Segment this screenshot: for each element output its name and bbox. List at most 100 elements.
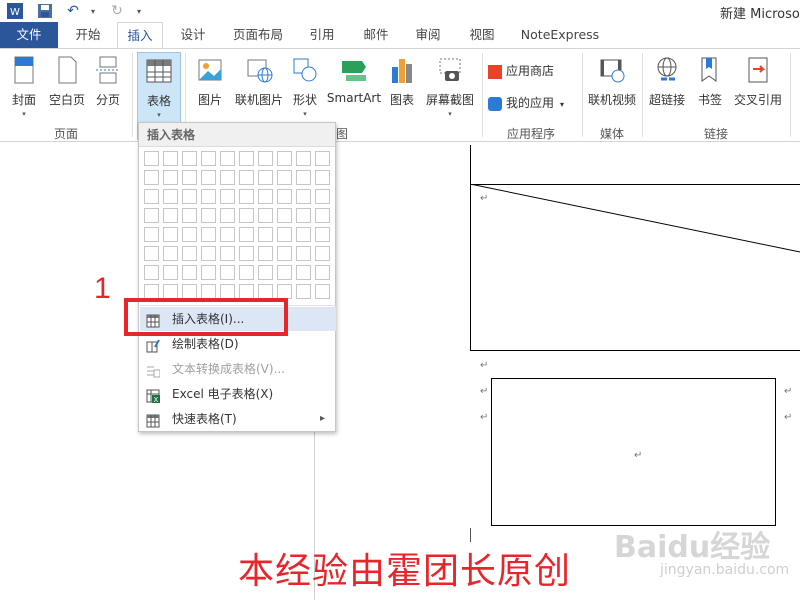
grid-cell[interactable] [239, 189, 254, 204]
tab-view[interactable]: 视图 [460, 22, 504, 48]
table-size-grid[interactable] [144, 151, 334, 301]
grid-cell[interactable] [163, 189, 178, 204]
my-apps-button[interactable]: 我的应用 ▾ [488, 93, 578, 113]
grid-cell[interactable] [296, 170, 311, 185]
grid-cell[interactable] [239, 170, 254, 185]
grid-cell[interactable] [277, 265, 292, 280]
cross-reference-button[interactable]: 交叉引用 [730, 55, 786, 125]
grid-cell[interactable] [220, 227, 235, 242]
grid-cell[interactable] [315, 227, 330, 242]
tab-home[interactable]: 开始 [66, 22, 110, 48]
tab-insert[interactable]: 插入 [117, 22, 163, 48]
grid-cell[interactable] [220, 151, 235, 166]
tab-noteexpress[interactable]: NoteExpress [514, 22, 606, 48]
tab-design[interactable]: 设计 [170, 22, 216, 48]
tab-review[interactable]: 审阅 [406, 22, 450, 48]
grid-cell[interactable] [182, 189, 197, 204]
menu-item-text-to-table[interactable]: 文本转换成表格(V)... [140, 357, 336, 381]
chart-button[interactable]: 图表 [384, 55, 420, 125]
shapes-button[interactable]: 形状 ▾ [288, 55, 322, 125]
grid-cell[interactable] [182, 227, 197, 242]
grid-cell[interactable] [258, 265, 273, 280]
grid-cell[interactable] [201, 265, 216, 280]
grid-cell[interactable] [163, 151, 178, 166]
grid-cell[interactable] [163, 227, 178, 242]
grid-cell[interactable] [277, 170, 292, 185]
undo-dropdown-icon[interactable]: ▾ [84, 2, 102, 20]
grid-cell[interactable] [182, 170, 197, 185]
grid-cell[interactable] [296, 208, 311, 223]
blank-page-button[interactable]: 空白页 [46, 55, 88, 125]
grid-cell[interactable] [163, 265, 178, 280]
grid-cell[interactable] [315, 246, 330, 261]
grid-cell[interactable] [163, 170, 178, 185]
grid-cell[interactable] [201, 170, 216, 185]
grid-cell[interactable] [315, 208, 330, 223]
grid-cell[interactable] [258, 246, 273, 261]
grid-cell[interactable] [201, 227, 216, 242]
grid-cell[interactable] [258, 151, 273, 166]
grid-cell[interactable] [296, 284, 311, 299]
grid-cell[interactable] [296, 265, 311, 280]
grid-cell[interactable] [315, 284, 330, 299]
grid-cell[interactable] [277, 151, 292, 166]
bookmark-button[interactable]: 书签 [692, 55, 728, 125]
tab-page-layout[interactable]: 页面布局 [226, 22, 290, 48]
grid-cell[interactable] [163, 208, 178, 223]
page-break-button[interactable]: 分页 [90, 55, 126, 125]
grid-cell[interactable] [277, 208, 292, 223]
grid-cell[interactable] [239, 227, 254, 242]
grid-cell[interactable] [258, 189, 273, 204]
undo-icon[interactable]: ↶ [64, 2, 82, 20]
screenshot-button[interactable]: 屏幕截图 ▾ [422, 55, 478, 125]
grid-cell[interactable] [315, 265, 330, 280]
grid-cell[interactable] [163, 284, 178, 299]
grid-cell[interactable] [296, 227, 311, 242]
grid-cell[interactable] [277, 246, 292, 261]
menu-item-quick-tables[interactable]: 快速表格(T) ▸ [140, 407, 336, 431]
grid-cell[interactable] [182, 151, 197, 166]
grid-cell[interactable] [277, 284, 292, 299]
grid-cell[interactable] [201, 189, 216, 204]
grid-cell[interactable] [144, 284, 159, 299]
grid-cell[interactable] [296, 189, 311, 204]
menu-item-excel-spreadsheet[interactable]: X Excel 电子表格(X) [140, 382, 336, 406]
grid-cell[interactable] [163, 246, 178, 261]
grid-cell[interactable] [182, 208, 197, 223]
grid-cell[interactable] [144, 227, 159, 242]
grid-cell[interactable] [315, 170, 330, 185]
grid-cell[interactable] [201, 208, 216, 223]
grid-cell[interactable] [239, 265, 254, 280]
smartart-button[interactable]: SmartArt [326, 55, 382, 125]
tab-file[interactable]: 文件 [0, 22, 58, 48]
grid-cell[interactable] [201, 284, 216, 299]
grid-cell[interactable] [315, 189, 330, 204]
office-store-button[interactable]: 应用商店 [488, 61, 572, 81]
grid-cell[interactable] [220, 265, 235, 280]
customize-qat-icon[interactable]: ▾ [130, 2, 148, 20]
grid-cell[interactable] [239, 284, 254, 299]
online-video-button[interactable]: 联机视频 [586, 55, 638, 125]
tab-references[interactable]: 引用 [300, 22, 344, 48]
grid-cell[interactable] [144, 151, 159, 166]
grid-cell[interactable] [220, 246, 235, 261]
grid-cell[interactable] [144, 170, 159, 185]
grid-cell[interactable] [258, 170, 273, 185]
grid-cell[interactable] [239, 151, 254, 166]
grid-cell[interactable] [201, 246, 216, 261]
grid-cell[interactable] [144, 189, 159, 204]
grid-cell[interactable] [201, 151, 216, 166]
grid-cell[interactable] [182, 265, 197, 280]
grid-cell[interactable] [239, 208, 254, 223]
grid-cell[interactable] [144, 246, 159, 261]
grid-cell[interactable] [277, 227, 292, 242]
grid-cell[interactable] [258, 227, 273, 242]
grid-cell[interactable] [220, 170, 235, 185]
pictures-button[interactable]: 图片 [190, 55, 230, 125]
grid-cell[interactable] [182, 284, 197, 299]
grid-cell[interactable] [182, 246, 197, 261]
grid-cell[interactable] [315, 151, 330, 166]
tab-mailings[interactable]: 邮件 [354, 22, 398, 48]
hyperlink-button[interactable]: 超链接 [646, 55, 688, 125]
word-icon[interactable]: W [6, 2, 24, 20]
